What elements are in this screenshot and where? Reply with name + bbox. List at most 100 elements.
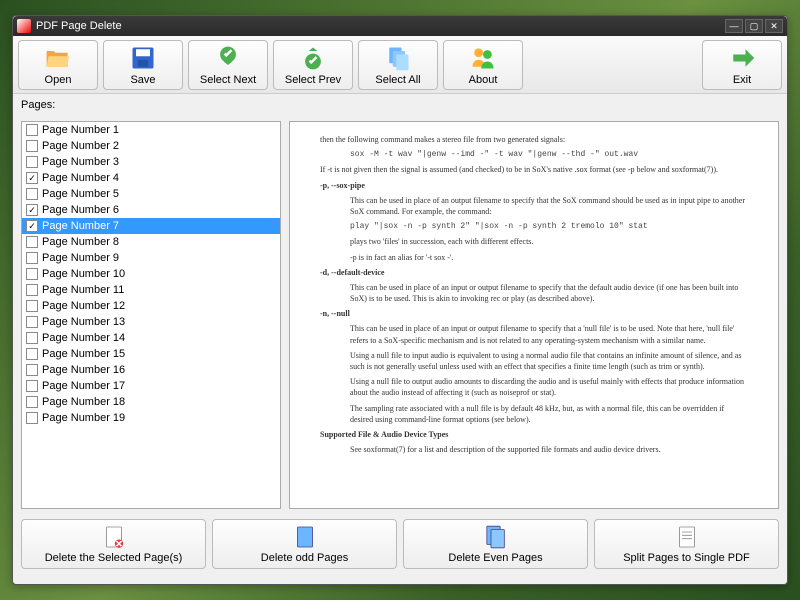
preview-line: This can be used in place of an input or… (350, 323, 748, 345)
delete-selected-label: Delete the Selected Page(s) (45, 552, 183, 564)
delete-odd-button[interactable]: Delete odd Pages (212, 519, 397, 569)
page-item-label: Page Number 13 (42, 316, 125, 328)
page-item[interactable]: Page Number 8 (22, 234, 280, 250)
folder-open-icon (44, 44, 72, 72)
preview-pane[interactable]: then the following command makes a stere… (289, 121, 779, 509)
page-checkbox[interactable]: ✓ (26, 172, 38, 184)
page-checkbox[interactable] (26, 124, 38, 136)
page-checkbox[interactable] (26, 348, 38, 360)
delete-selected-button[interactable]: Delete the Selected Page(s) (21, 519, 206, 569)
page-item[interactable]: Page Number 11 (22, 282, 280, 298)
exit-arrow-icon (728, 44, 756, 72)
split-button[interactable]: Split Pages to Single PDF (594, 519, 779, 569)
page-checkbox[interactable] (26, 364, 38, 376)
app-window: PDF Page Delete — ▢ ✕ Open Save Select N… (12, 15, 788, 585)
page-item-label: Page Number 15 (42, 348, 125, 360)
preview-line: Supported File & Audio Device Types (320, 429, 748, 440)
exit-button[interactable]: Exit (702, 40, 782, 90)
about-button[interactable]: About (443, 40, 523, 90)
save-label: Save (130, 74, 155, 86)
page-checkbox[interactable] (26, 140, 38, 152)
preview-line: See soxformat(7) for a list and descript… (350, 444, 748, 455)
app-icon (17, 19, 31, 33)
close-button[interactable]: ✕ (765, 19, 783, 33)
page-checkbox[interactable] (26, 284, 38, 296)
page-item-label: Page Number 1 (42, 124, 119, 136)
page-list[interactable]: Page Number 1Page Number 2Page Number 3✓… (21, 121, 281, 509)
page-item[interactable]: Page Number 13 (22, 314, 280, 330)
page-item-label: Page Number 17 (42, 380, 125, 392)
page-odd-icon (295, 524, 315, 550)
window-title: PDF Page Delete (36, 20, 122, 32)
about-label: About (469, 74, 498, 86)
titlebar: PDF Page Delete — ▢ ✕ (13, 16, 787, 36)
page-item[interactable]: ✓Page Number 7 (22, 218, 280, 234)
page-item-label: Page Number 8 (42, 236, 119, 248)
page-item-label: Page Number 11 (42, 284, 124, 296)
page-item-label: Page Number 16 (42, 364, 125, 376)
page-checkbox[interactable] (26, 156, 38, 168)
page-item[interactable]: Page Number 14 (22, 330, 280, 346)
preview-line: -n, --null (320, 308, 748, 319)
page-item-label: Page Number 9 (42, 252, 119, 264)
preview-line: -p, --sox-pipe (320, 180, 748, 191)
preview-line: plays two 'files' in succession, each wi… (350, 236, 748, 247)
page-checkbox[interactable] (26, 380, 38, 392)
preview-line: Using a null file to output audio amount… (350, 376, 748, 398)
page-item[interactable]: Page Number 2 (22, 138, 280, 154)
page-item[interactable]: Page Number 16 (22, 362, 280, 378)
page-item-label: Page Number 2 (42, 140, 119, 152)
delete-even-label: Delete Even Pages (448, 552, 542, 564)
page-checkbox[interactable] (26, 316, 38, 328)
floppy-icon (129, 44, 157, 72)
preview-line: If -t is not given then the signal is as… (320, 164, 748, 175)
save-button[interactable]: Save (103, 40, 183, 90)
page-item-label: Page Number 14 (42, 332, 125, 344)
page-checkbox[interactable] (26, 332, 38, 344)
select-next-button[interactable]: Select Next (188, 40, 268, 90)
select-prev-button[interactable]: Select Prev (273, 40, 353, 90)
people-icon (469, 44, 497, 72)
page-checkbox[interactable] (26, 300, 38, 312)
page-item[interactable]: ✓ Page Number 4 (22, 170, 280, 186)
page-checkbox[interactable]: ✓ (26, 220, 38, 232)
page-item[interactable]: Page Number 10 (22, 266, 280, 282)
select-all-button[interactable]: Select All (358, 40, 438, 90)
open-button[interactable]: Open (18, 40, 98, 90)
preview-line: -p is in fact an alias for '-t sox -'. (350, 252, 748, 263)
page-item-label: Page Number 12 (42, 300, 125, 312)
documents-icon (384, 44, 412, 72)
page-checkbox[interactable] (26, 188, 38, 200)
minimize-button[interactable]: — (725, 19, 743, 33)
page-item-label: Page Number 4 (42, 172, 119, 184)
page-checkbox[interactable]: ✓ (26, 204, 38, 216)
page-item[interactable]: Page Number 19 (22, 410, 280, 426)
page-delete-icon (104, 524, 124, 550)
page-item[interactable]: Page Number 15 (22, 346, 280, 362)
page-checkbox[interactable] (26, 396, 38, 408)
toolbar: Open Save Select Next Select Prev Select… (13, 36, 787, 94)
maximize-button[interactable]: ▢ (745, 19, 763, 33)
preview-line: -d, --default-device (320, 267, 748, 278)
select-all-label: Select All (375, 74, 420, 86)
page-item[interactable]: Page Number 12 (22, 298, 280, 314)
page-item[interactable]: Page Number 5 (22, 186, 280, 202)
select-next-label: Select Next (200, 74, 256, 86)
page-checkbox[interactable] (26, 252, 38, 264)
page-item[interactable]: Page Number 18 (22, 394, 280, 410)
page-checkbox[interactable] (26, 236, 38, 248)
content-area: Pages: Page Number 1Page Number 2Page Nu… (13, 94, 787, 514)
open-label: Open (45, 74, 72, 86)
page-item[interactable]: Page Number 9 (22, 250, 280, 266)
page-item[interactable]: Page Number 3 (22, 154, 280, 170)
page-item[interactable]: Page Number 1 (22, 122, 280, 138)
page-item[interactable]: ✓ Page Number 6 (22, 202, 280, 218)
page-checkbox[interactable] (26, 412, 38, 424)
exit-label: Exit (733, 74, 751, 86)
split-label: Split Pages to Single PDF (623, 552, 750, 564)
page-item[interactable]: Page Number 17 (22, 378, 280, 394)
page-item-label: Page Number 6 (42, 204, 119, 216)
delete-even-button[interactable]: Delete Even Pages (403, 519, 588, 569)
page-item-label: Page Number 18 (42, 396, 125, 408)
page-checkbox[interactable] (26, 268, 38, 280)
